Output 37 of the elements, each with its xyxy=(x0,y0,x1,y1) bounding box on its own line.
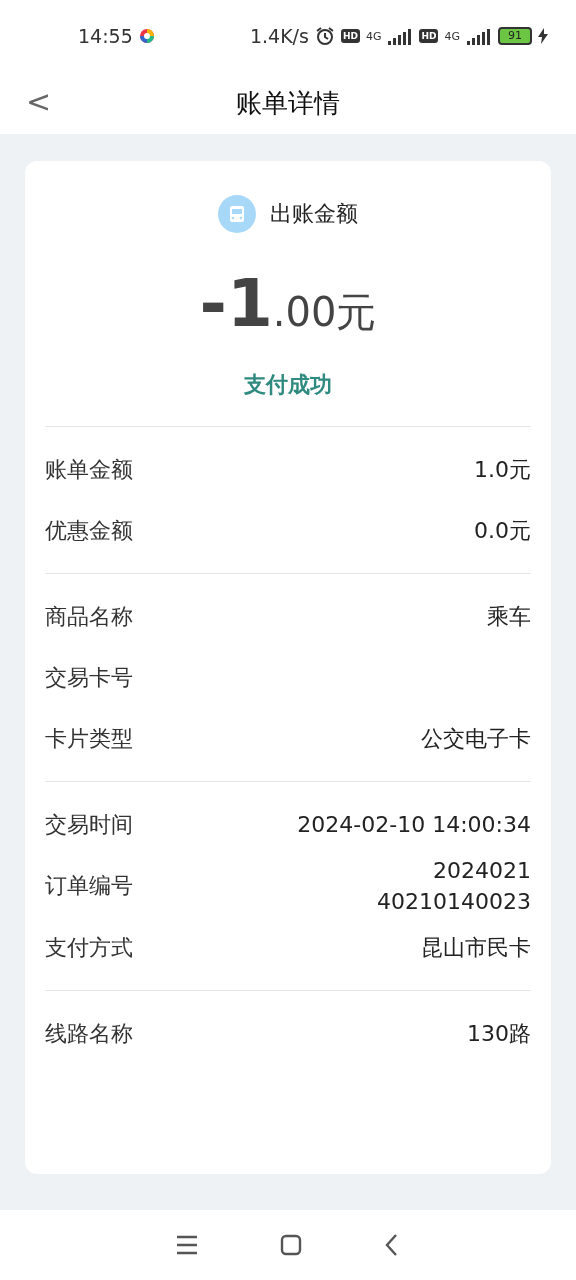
charging-icon xyxy=(538,28,548,44)
signal-icon xyxy=(466,27,492,45)
field-value: 昆山市民卡 xyxy=(421,934,531,962)
network-speed: 1.4K/s xyxy=(249,25,309,47)
payment-status: 支付成功 xyxy=(244,371,332,399)
page-title: 账单详情 xyxy=(236,86,340,120)
status-time: 14:55 xyxy=(78,25,133,47)
network-type: 4G xyxy=(365,29,382,43)
field-label: 订单编号 xyxy=(45,872,133,900)
menu-icon[interactable] xyxy=(175,1234,199,1256)
signal-icon xyxy=(387,27,414,45)
field-label: 账单金额 xyxy=(45,455,133,484)
back-button[interactable]: < xyxy=(20,84,58,119)
field-label: 商品名称 xyxy=(45,602,133,631)
amount-text: -1.00元 xyxy=(199,265,377,342)
battery-level: 91 xyxy=(498,27,532,45)
field-label: 支付方式 xyxy=(45,933,133,962)
hd-badge: HD xyxy=(340,29,360,43)
app-icon xyxy=(138,28,155,44)
field-value: 乘车 xyxy=(487,603,531,631)
field-label: 卡片类型 xyxy=(45,724,133,753)
summary-label: 出账金额 xyxy=(270,200,358,228)
field-value: 130路 xyxy=(467,1020,531,1048)
field-label: 交易卡号 xyxy=(45,663,133,692)
field-label: 交易时间 xyxy=(45,810,133,839)
hd-badge: HD xyxy=(419,29,439,43)
field-label: 优惠金额 xyxy=(45,516,133,545)
field-value: 2024021 40210140023 xyxy=(377,857,531,916)
field-value: 1.0元 xyxy=(474,456,531,484)
bus-icon xyxy=(218,195,256,233)
field-value: 2024-02-10 14:00:34 xyxy=(297,811,531,839)
field-value: 0.0元 xyxy=(474,517,531,545)
field-label: 线路名称 xyxy=(45,1019,133,1048)
network-type: 4G xyxy=(444,29,460,43)
home-icon[interactable] xyxy=(279,1233,303,1257)
field-value: 公交电子卡 xyxy=(421,725,531,753)
alarm-icon xyxy=(314,26,335,46)
